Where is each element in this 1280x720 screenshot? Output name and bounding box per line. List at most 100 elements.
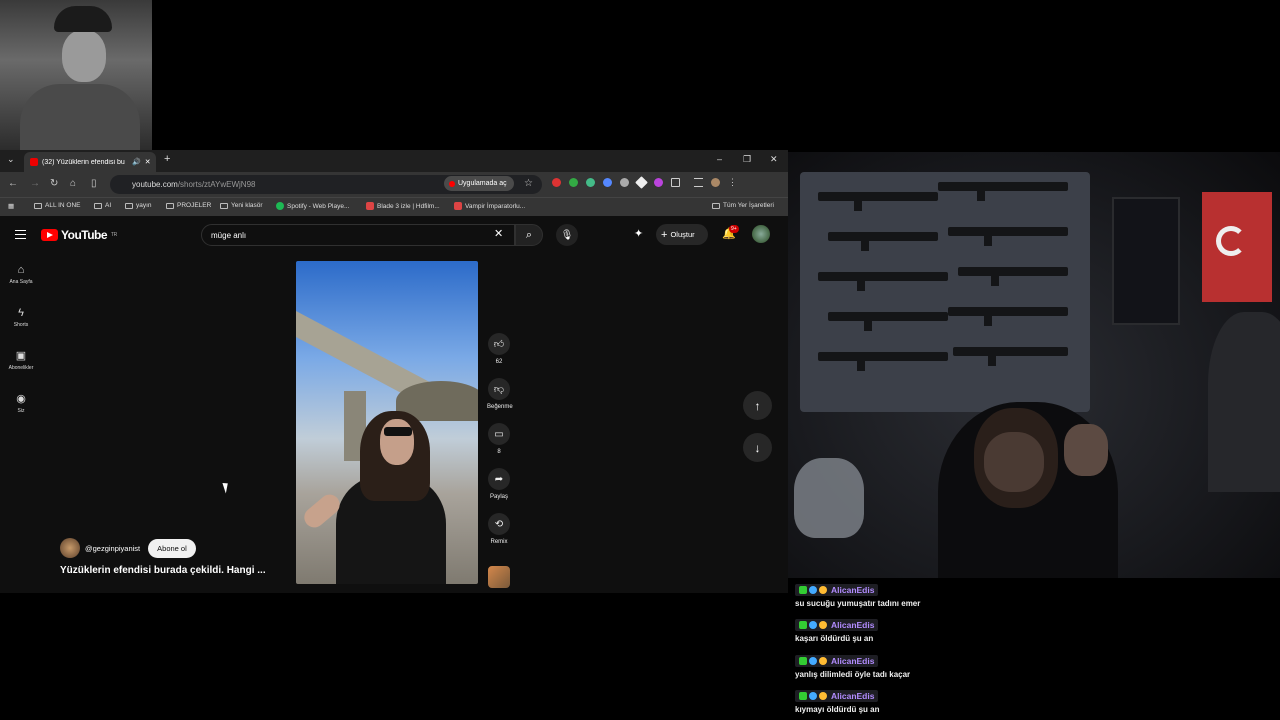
shorts-video-player[interactable] [296, 261, 478, 584]
badge-icon [809, 657, 817, 665]
badge-icon [799, 692, 807, 700]
grammarly-icon[interactable] [586, 178, 595, 187]
badge-icon [819, 692, 827, 700]
thumbs-down-icon: 👎︎ [488, 378, 510, 400]
sidebar-item-shorts[interactable]: ϟ Shorts [0, 307, 42, 328]
sound-thumbnail[interactable] [488, 566, 510, 588]
discord-icon[interactable] [603, 178, 612, 187]
sidebar-item-subscriptions[interactable]: ▣ Abonelikler [0, 349, 42, 371]
create-button[interactable]: + Oluştur [656, 224, 708, 245]
remix-label: Remix [490, 539, 508, 545]
apps-icon[interactable]: ▦ [8, 202, 14, 210]
bookmark-item[interactable]: Vampir İmparatorlu... [454, 202, 525, 210]
extensions-bar: ⋮ [552, 176, 737, 189]
back-button[interactable]: ← [8, 178, 18, 189]
search-value: müge anlı [211, 230, 247, 240]
badge-icon [819, 657, 827, 665]
comments-button[interactable]: ▭ 8 [487, 423, 511, 455]
bookmark-item[interactable]: PROJELER [166, 202, 211, 209]
menu-icon[interactable] [15, 230, 26, 239]
chat-message: AlicanEdis su sucuğu yumuşatır tadını em… [795, 584, 920, 608]
minimize-button[interactable]: – [717, 154, 722, 164]
chat-username: AlicanEdis [831, 620, 875, 630]
mic-icon: 🎙 [560, 229, 574, 241]
avatar[interactable] [752, 225, 770, 243]
youtube-favicon-icon [30, 158, 38, 166]
puzzle-icon[interactable] [671, 178, 680, 187]
bookmark-item[interactable]: Yeni klasör [220, 202, 263, 209]
search-button[interactable]: ⌕ [515, 224, 543, 246]
share-icon: ➦ [488, 468, 510, 490]
bookmark-item[interactable]: yayın [125, 202, 152, 209]
chat-message: AlicanEdis kaşarı öldürdü şu an [795, 619, 879, 643]
youtube-logo[interactable]: YouTube TR [41, 228, 117, 242]
voice-search-button[interactable]: 🎙 [556, 224, 578, 246]
badge-icon [819, 621, 827, 629]
channel-name[interactable]: @gezginpiyanist [85, 544, 140, 553]
next-video-button[interactable]: ↓ [743, 433, 772, 462]
restore-button[interactable]: ❐ [743, 154, 751, 165]
badge-icon [819, 586, 827, 594]
browser-window: ⌄ (32) Yüzüklerin efendisi bu 🔊 ✕ + – ❐ … [0, 150, 788, 593]
bookmark-item[interactable]: ALL IN ONE [34, 202, 81, 209]
mouse-cursor-icon [222, 481, 231, 494]
chat-text: kıymayı öldürdü şu an [795, 705, 880, 714]
active-tab[interactable]: (32) Yüzüklerin efendisi bu 🔊 ✕ [24, 152, 156, 172]
extension-icon[interactable] [654, 178, 663, 187]
chat-username: AlicanEdis [831, 691, 875, 701]
profile-icon[interactable] [711, 178, 720, 187]
new-tab-button[interactable]: + [164, 153, 170, 165]
dislike-button[interactable]: 👎︎ Beğenme [487, 378, 513, 410]
badge-icon [809, 586, 817, 594]
previous-video-button[interactable]: ↑ [743, 391, 772, 420]
close-window-button[interactable]: ✕ [770, 154, 778, 165]
comment-icon: ▭ [488, 423, 510, 445]
chat-message: AlicanEdis kıymayı öldürdü şu an [795, 690, 879, 714]
remix-icon: ⟲ [488, 513, 510, 535]
tab-search-icon[interactable]: ⌄ [7, 154, 15, 165]
extension-icon[interactable] [552, 178, 561, 187]
region-code: TR [111, 232, 117, 238]
you-icon: ◉ [16, 393, 26, 405]
youtube-play-icon [41, 229, 58, 241]
bookmark-item[interactable]: Spotify - Web Playe... [276, 202, 349, 210]
thumbs-up-icon: 👍︎ [488, 333, 510, 355]
dislike-label: Beğenme [487, 404, 513, 410]
bookmark-item[interactable]: Blade 3 izle | Hdfilm... [366, 202, 440, 210]
open-in-app-button[interactable]: Uygulamada aç [444, 176, 514, 191]
chat-username: AlicanEdis [831, 656, 875, 666]
sidebar-item-home[interactable]: ⌂ Ana Sayfa [0, 264, 42, 285]
all-bookmarks[interactable]: Tüm Yer İşaretleri [712, 202, 774, 209]
diamond-icon[interactable] [635, 176, 648, 189]
badge-icon [799, 586, 807, 594]
forward-button[interactable]: → [30, 178, 40, 189]
tab-close-icon[interactable]: ✕ [145, 158, 151, 166]
search-icon: ⌕ [525, 228, 533, 241]
sidebar-item-you[interactable]: ◉ Siz [0, 392, 42, 414]
sidepanel-icon[interactable]: ▯ [91, 178, 97, 189]
tab-title: (32) Yüzüklerin efendisi bu [42, 158, 125, 166]
channel-avatar[interactable] [60, 538, 80, 558]
url-path: /shorts/ztAYwEWjN98 [177, 180, 256, 189]
clear-search-icon[interactable]: ✕ [494, 227, 503, 240]
share-button[interactable]: ➦ Paylaş [487, 468, 511, 500]
shorts-icon: ϟ [18, 307, 24, 319]
create-sparkle-icon[interactable]: ✦ [634, 227, 643, 240]
remix-button[interactable]: ⟲ Remix [487, 513, 511, 545]
extension-icon[interactable] [569, 178, 578, 187]
subscriptions-icon: ▣ [15, 350, 27, 362]
shield-icon[interactable] [620, 178, 629, 187]
media-icon[interactable] [694, 178, 703, 187]
url-domain: youtube.com [132, 180, 178, 189]
open-in-app-label: Uygulamada aç [458, 180, 507, 187]
like-button[interactable]: 👍︎ 62 [487, 333, 511, 365]
bookmark-item[interactable]: AI [94, 202, 111, 209]
menu-dots-icon[interactable]: ⋮ [728, 178, 737, 187]
search-input[interactable]: müge anlı [201, 224, 515, 246]
video-title[interactable]: Yüzüklerin efendisi burada çekildi. Hang… [60, 565, 266, 576]
subscribe-button[interactable]: Abone ol [148, 538, 196, 558]
bookmark-star-icon[interactable]: ☆ [524, 178, 533, 189]
home-button[interactable]: ⌂ [70, 178, 76, 189]
reload-button[interactable]: ↻ [50, 178, 58, 189]
speaker-icon[interactable]: 🔊 [132, 158, 141, 166]
